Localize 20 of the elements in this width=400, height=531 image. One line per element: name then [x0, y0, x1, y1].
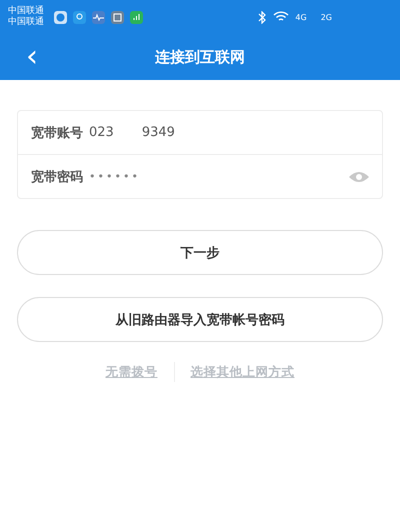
bluetooth-icon	[258, 10, 268, 24]
next-button[interactable]: 下一步	[17, 230, 383, 275]
carrier-name: 中国联通	[8, 6, 44, 16]
carrier-name: 中国联通	[8, 17, 44, 28]
heartbeat-icon	[92, 10, 105, 24]
location-icon	[73, 10, 86, 24]
signal-app-icon	[130, 10, 143, 24]
eye-icon[interactable]	[348, 170, 370, 184]
page-title: 连接到互联网	[155, 48, 245, 66]
field-label: 宽带账号	[31, 124, 83, 142]
network-type: 2G	[320, 12, 332, 22]
password-field[interactable]: ••••••	[89, 170, 140, 183]
account-value: 9349	[142, 125, 175, 140]
image-icon	[111, 10, 124, 24]
account-value: 023	[89, 125, 114, 140]
network-type: 4G	[295, 12, 307, 22]
back-button[interactable]: ‹	[14, 42, 50, 72]
import-button[interactable]: 从旧路由器导入宽带帐号密码	[17, 297, 383, 342]
wifi-icon	[273, 11, 290, 23]
field-label: 宽带密码	[31, 168, 83, 186]
